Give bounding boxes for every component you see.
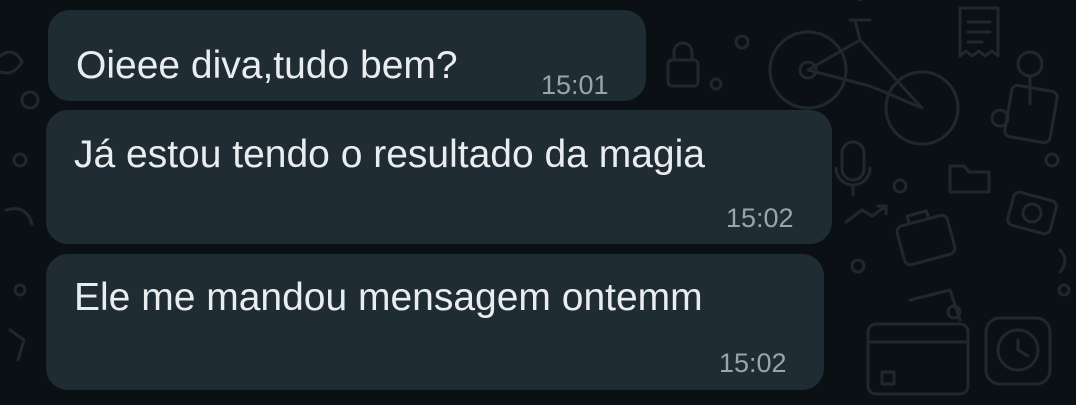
incoming-message[interactable]: Ele me mandou mensagem ontemm 15:02 (46, 254, 824, 390)
incoming-message[interactable]: Já estou tendo o resultado da magia 15:0… (46, 110, 832, 244)
message-timestamp: 15:02 (726, 203, 794, 233)
chat-messages: Oieee diva,tudo bem? 15:01 Já estou tend… (0, 0, 1076, 405)
message-text: Ele me mandou mensagem ontemm (74, 276, 703, 319)
incoming-message[interactable]: Oieee diva,tudo bem? 15:01 (48, 10, 646, 101)
message-text: Já estou tendo o resultado da magia (74, 133, 705, 176)
message-timestamp: 15:02 (719, 348, 787, 378)
message-timestamp: 15:01 (541, 70, 609, 100)
message-text: Oieee diva,tudo bem? (76, 44, 458, 87)
